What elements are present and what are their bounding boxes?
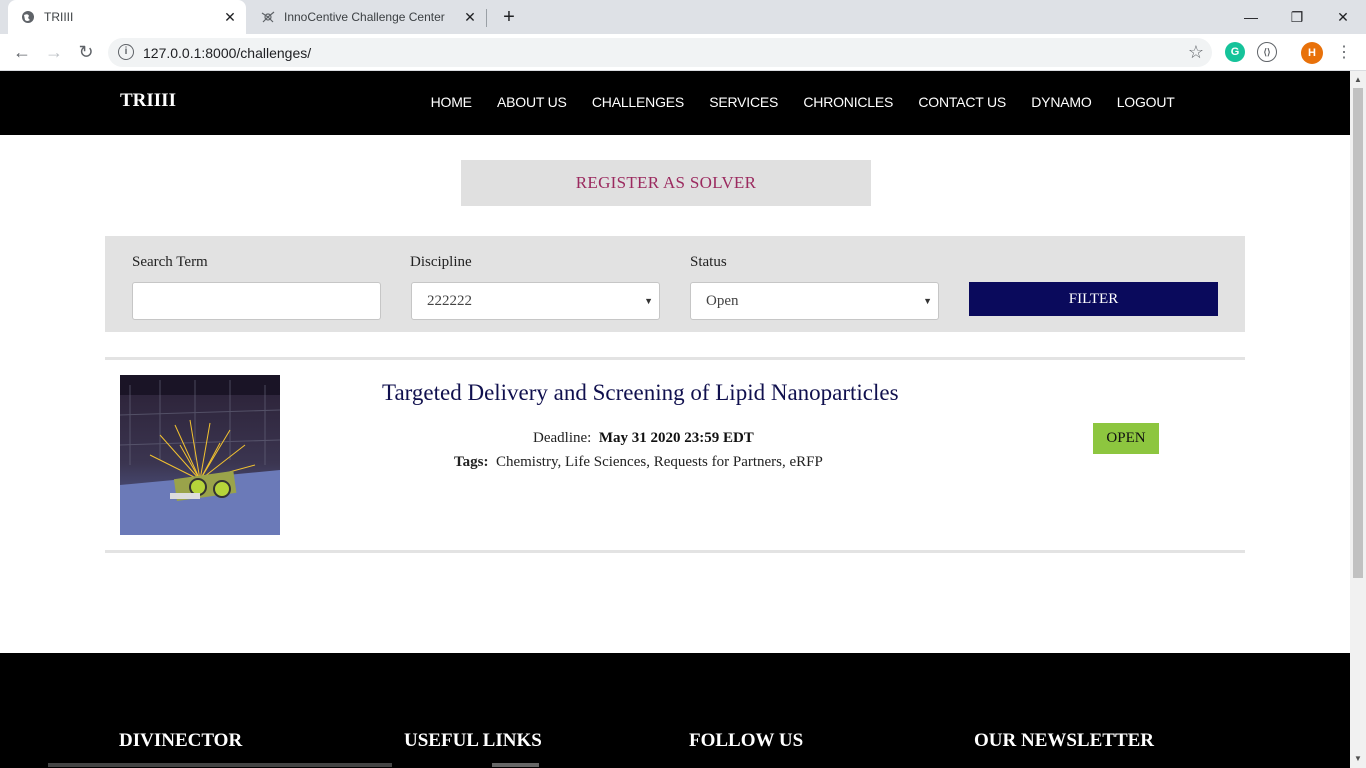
forward-icon[interactable]: → xyxy=(42,40,66,64)
register-as-solver-button[interactable]: REGISTER AS SOLVER xyxy=(461,160,871,206)
menu-kebab-icon[interactable]: ⋮ xyxy=(1332,40,1356,64)
dropdown-caret-icon: ▼ xyxy=(644,296,653,306)
scrollbar-thumb[interactable] xyxy=(1353,88,1363,578)
search-term-input[interactable] xyxy=(132,282,381,320)
extension-icon[interactable]: ⟨⟩ xyxy=(1257,42,1277,62)
tags-value: Chemistry, Life Sciences, Requests for P… xyxy=(495,454,823,470)
tab-title: InnoCentive Challenge Center xyxy=(284,10,445,24)
nav-chronicles[interactable]: CHRONICLES xyxy=(803,94,893,110)
innocentive-icon xyxy=(260,9,276,25)
browser-tab-inactive[interactable]: InnoCentive Challenge Center ✕ xyxy=(248,0,486,34)
tab-close-icon[interactable]: ✕ xyxy=(462,9,478,25)
main-nav: HOME ABOUT US CHALLENGES SERVICES CHRONI… xyxy=(418,94,1187,110)
divider-top xyxy=(105,357,1245,360)
nav-dynamo[interactable]: DYNAMO xyxy=(1031,94,1091,110)
deadline-value: May 31 2020 23:59 EDT xyxy=(598,430,754,446)
tab-close-icon[interactable]: ✕ xyxy=(222,9,238,25)
restore-icon[interactable]: ❐ xyxy=(1274,0,1320,34)
page-viewport: TRIIII HOME ABOUT US CHALLENGES SERVICES… xyxy=(0,71,1350,768)
footer-heading-newsletter: OUR NEWSLETTER xyxy=(974,730,1155,751)
discipline-value: 222222 xyxy=(427,292,472,309)
dropdown-caret-icon: ▼ xyxy=(923,296,932,306)
new-tab-icon[interactable]: + xyxy=(498,6,520,28)
close-window-icon[interactable]: ✕ xyxy=(1320,0,1366,34)
filter-button[interactable]: FILTER xyxy=(969,282,1218,316)
status-label: Status xyxy=(690,254,727,270)
browser-toolbar: ← → ↻ i 127.0.0.1:8000/challenges/ ☆ G ⟨… xyxy=(0,34,1366,71)
reload-icon[interactable]: ↻ xyxy=(74,40,98,64)
scroll-up-icon[interactable]: ▲ xyxy=(1350,73,1366,87)
info-icon[interactable]: i xyxy=(118,44,134,60)
nav-about-us[interactable]: ABOUT US xyxy=(497,94,567,110)
nav-home[interactable]: HOME xyxy=(431,94,472,110)
footer-heading-follow-us: FOLLOW US xyxy=(689,730,804,751)
page-scrollbar[interactable]: ▲ ▼ xyxy=(1350,71,1366,768)
nav-logout[interactable]: LOGOUT xyxy=(1117,94,1175,110)
divider-bottom xyxy=(105,550,1245,553)
challenge-title[interactable]: Targeted Delivery and Screening of Lipid… xyxy=(382,380,899,406)
nav-challenges[interactable]: CHALLENGES xyxy=(592,94,684,110)
nav-contact-us[interactable]: CONTACT US xyxy=(918,94,1006,110)
site-footer: DIVINECTOR USEFUL LINKS FOLLOW US OUR NE… xyxy=(0,653,1350,768)
status-value: Open xyxy=(706,292,739,309)
scroll-down-icon[interactable]: ▼ xyxy=(1350,752,1366,766)
brand-logo[interactable]: TRIIII xyxy=(120,90,176,112)
minimize-icon[interactable]: — xyxy=(1228,0,1274,34)
search-term-label: Search Term xyxy=(132,254,208,270)
tab-separator xyxy=(486,9,487,27)
footer-heading-useful-links: USEFUL LINKS xyxy=(404,730,542,751)
nav-services[interactable]: SERVICES xyxy=(709,94,778,110)
discipline-select[interactable]: 222222 ▼ xyxy=(411,282,660,320)
footer-heading-divinector: DIVINECTOR xyxy=(119,730,243,751)
address-bar[interactable]: i 127.0.0.1:8000/challenges/ ☆ xyxy=(108,38,1212,67)
site-header: TRIIII HOME ABOUT US CHALLENGES SERVICES… xyxy=(0,71,1350,135)
challenge-tags: Tags: Chemistry, Life Sciences, Requests… xyxy=(454,454,823,471)
url-text[interactable]: 127.0.0.1:8000/challenges/ xyxy=(143,45,311,61)
deadline-label: Deadline: xyxy=(533,430,592,446)
globe-icon xyxy=(20,9,36,25)
bookmark-star-icon[interactable]: ☆ xyxy=(1188,42,1204,63)
footer-divider xyxy=(48,763,392,767)
challenge-deadline: Deadline: May 31 2020 23:59 EDT xyxy=(533,430,754,447)
browser-tab-active[interactable]: TRIIII ✕ xyxy=(8,0,246,34)
status-select[interactable]: Open ▼ xyxy=(690,282,939,320)
discipline-label: Discipline xyxy=(410,254,472,270)
browser-tab-bar: TRIIII ✕ InnoCentive Challenge Center ✕ … xyxy=(0,0,1366,34)
status-badge: OPEN xyxy=(1093,423,1159,454)
filter-panel: Search Term Discipline 222222 ▼ Status O… xyxy=(105,236,1245,332)
tags-label: Tags: xyxy=(454,454,489,470)
challenge-thumbnail[interactable] xyxy=(120,375,280,535)
back-icon[interactable]: ← xyxy=(10,40,34,64)
tab-title: TRIIII xyxy=(44,10,74,24)
grammarly-icon[interactable]: G xyxy=(1225,42,1245,62)
profile-avatar[interactable]: H xyxy=(1301,42,1323,64)
footer-divider xyxy=(492,763,539,767)
